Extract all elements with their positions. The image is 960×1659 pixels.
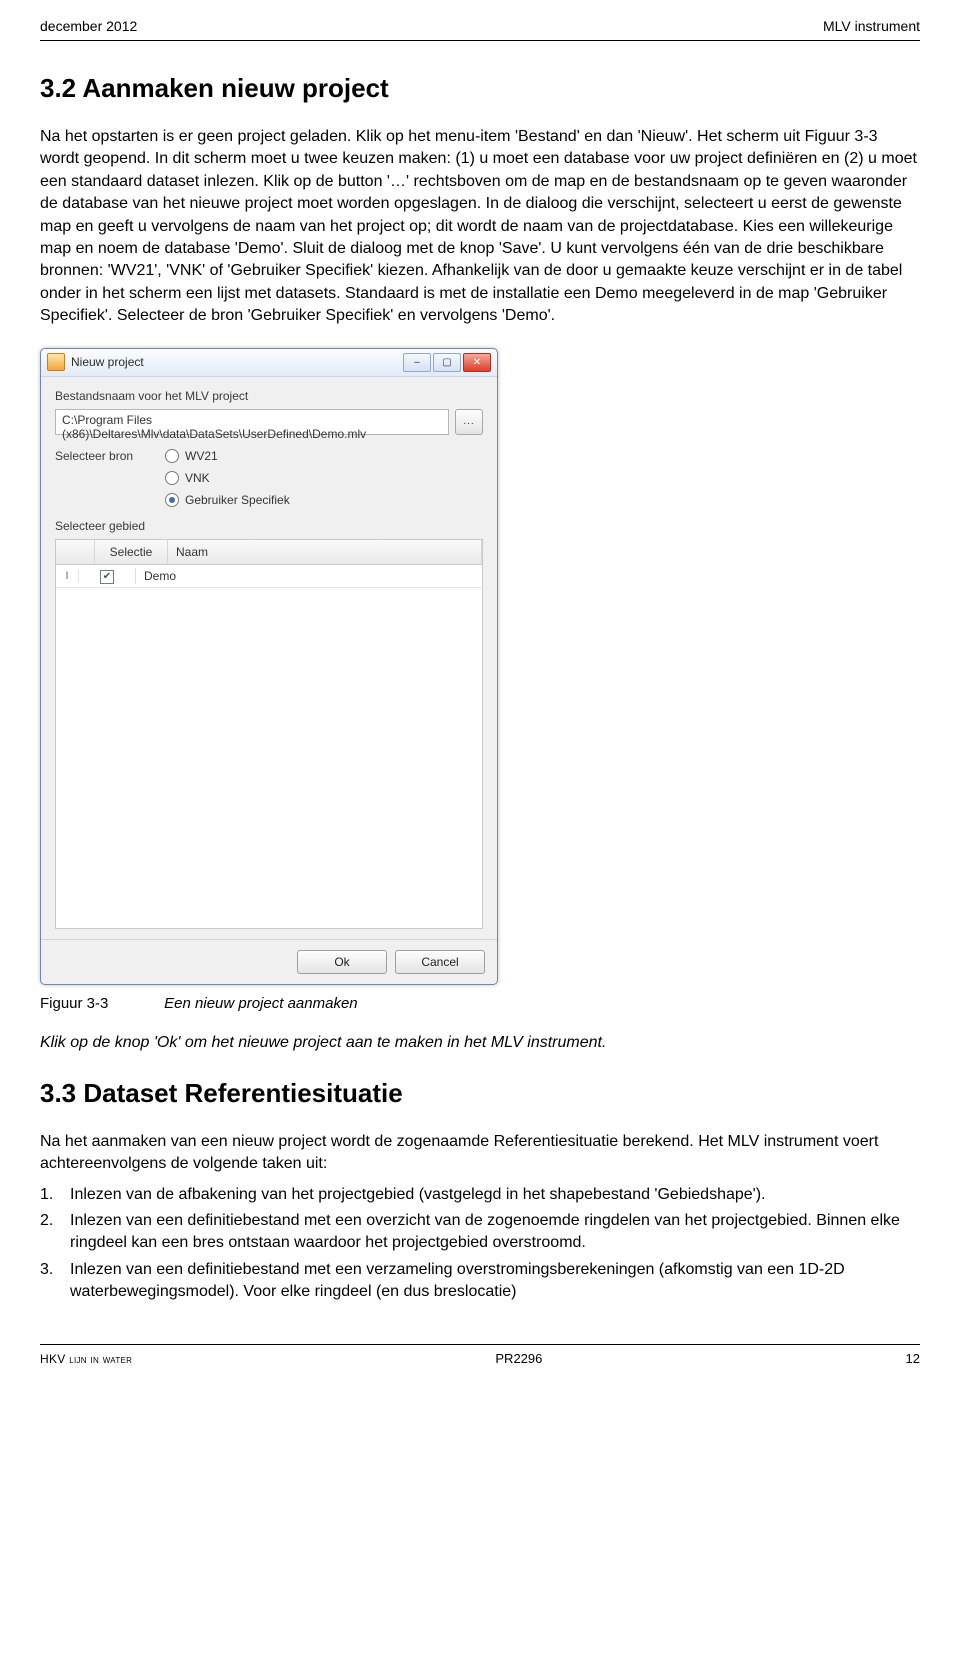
figure-label: Figuur 3-3 xyxy=(40,995,160,1012)
radio-icon xyxy=(165,493,179,507)
radio-wv21[interactable]: WV21 xyxy=(165,449,290,463)
section-3-3-intro: Na het aanmaken van een nieuw project wo… xyxy=(40,1131,920,1176)
list-item: 1. Inlezen van de afbakening van het pro… xyxy=(40,1184,920,1206)
dialog-title: Nieuw project xyxy=(71,355,403,369)
table-empty-area xyxy=(56,588,482,928)
area-table: Selectie Naam I Demo xyxy=(55,539,483,929)
footer-center: PR2296 xyxy=(495,1351,542,1366)
list-item: 2. Inlezen van een definitiebestand met … xyxy=(40,1210,920,1255)
header-date: december 2012 xyxy=(40,18,137,34)
row-marker: I xyxy=(56,570,79,582)
filename-group-label: Bestandsnaam voor het MLV project xyxy=(55,389,483,403)
header-doc-title: MLV instrument xyxy=(823,18,920,34)
new-project-dialog: Nieuw project – ▢ ✕ Bestandsnaam voor he… xyxy=(40,348,498,985)
dialog-titlebar[interactable]: Nieuw project – ▢ ✕ xyxy=(41,349,497,377)
footer-page-number: 12 xyxy=(906,1351,920,1366)
figure-caption: Figuur 3-3 Een nieuw project aanmaken xyxy=(40,995,920,1012)
radio-vnk[interactable]: VNK xyxy=(165,471,290,485)
list-text: Inlezen van een definitiebestand met een… xyxy=(70,1259,920,1304)
close-button[interactable]: ✕ xyxy=(463,353,491,372)
row-selection-cell[interactable] xyxy=(79,568,136,584)
section-3-3-list: 1. Inlezen van de afbakening van het pro… xyxy=(40,1184,920,1304)
list-number: 1. xyxy=(40,1184,70,1206)
maximize-button[interactable]: ▢ xyxy=(433,353,461,372)
section-3-2-body: Na het opstarten is er geen project gela… xyxy=(40,126,920,328)
app-icon xyxy=(47,353,65,371)
header-rule xyxy=(40,40,920,41)
list-text: Inlezen van de afbakening van het projec… xyxy=(70,1184,766,1206)
list-number: 2. xyxy=(40,1210,70,1255)
browse-button[interactable]: ... xyxy=(455,409,483,435)
section-3-3-heading: 3.3 Dataset Referentiesituatie xyxy=(40,1078,920,1109)
cancel-button[interactable]: Cancel xyxy=(395,950,485,974)
radio-icon xyxy=(165,449,179,463)
section-3-2-heading: 3.2 Aanmaken nieuw project xyxy=(40,73,920,104)
figure-3-3: Nieuw project – ▢ ✕ Bestandsnaam voor he… xyxy=(40,348,498,985)
table-header-name[interactable]: Naam xyxy=(168,540,482,564)
list-text: Inlezen van een definitiebestand met een… xyxy=(70,1210,920,1255)
select-source-label: Selecteer bron xyxy=(55,449,165,463)
table-row[interactable]: I Demo xyxy=(56,565,482,588)
select-area-label: Selecteer gebied xyxy=(55,519,483,533)
ok-button[interactable]: Ok xyxy=(297,950,387,974)
table-header-selection[interactable]: Selectie xyxy=(95,540,168,564)
after-figure-instruction: Klik op de knop 'Ok' om het nieuwe proje… xyxy=(40,1032,920,1054)
filepath-input[interactable]: C:\Program Files (x86)\Deltares\Mlv\data… xyxy=(55,409,449,435)
checkbox-icon xyxy=(100,570,114,584)
table-header-blank xyxy=(56,540,95,564)
radio-icon xyxy=(165,471,179,485)
row-name-cell: Demo xyxy=(136,569,482,583)
minimize-button[interactable]: – xyxy=(403,353,431,372)
radio-gebruiker-specifiek[interactable]: Gebruiker Specifiek xyxy=(165,493,290,507)
radio-label: VNK xyxy=(185,471,210,485)
footer-left: HKV lijn in water xyxy=(40,1352,132,1366)
radio-label: WV21 xyxy=(185,449,218,463)
list-number: 3. xyxy=(40,1259,70,1304)
list-item: 3. Inlezen van een definitiebestand met … xyxy=(40,1259,920,1304)
figure-desc: Een nieuw project aanmaken xyxy=(164,995,357,1012)
radio-label: Gebruiker Specifiek xyxy=(185,493,290,507)
